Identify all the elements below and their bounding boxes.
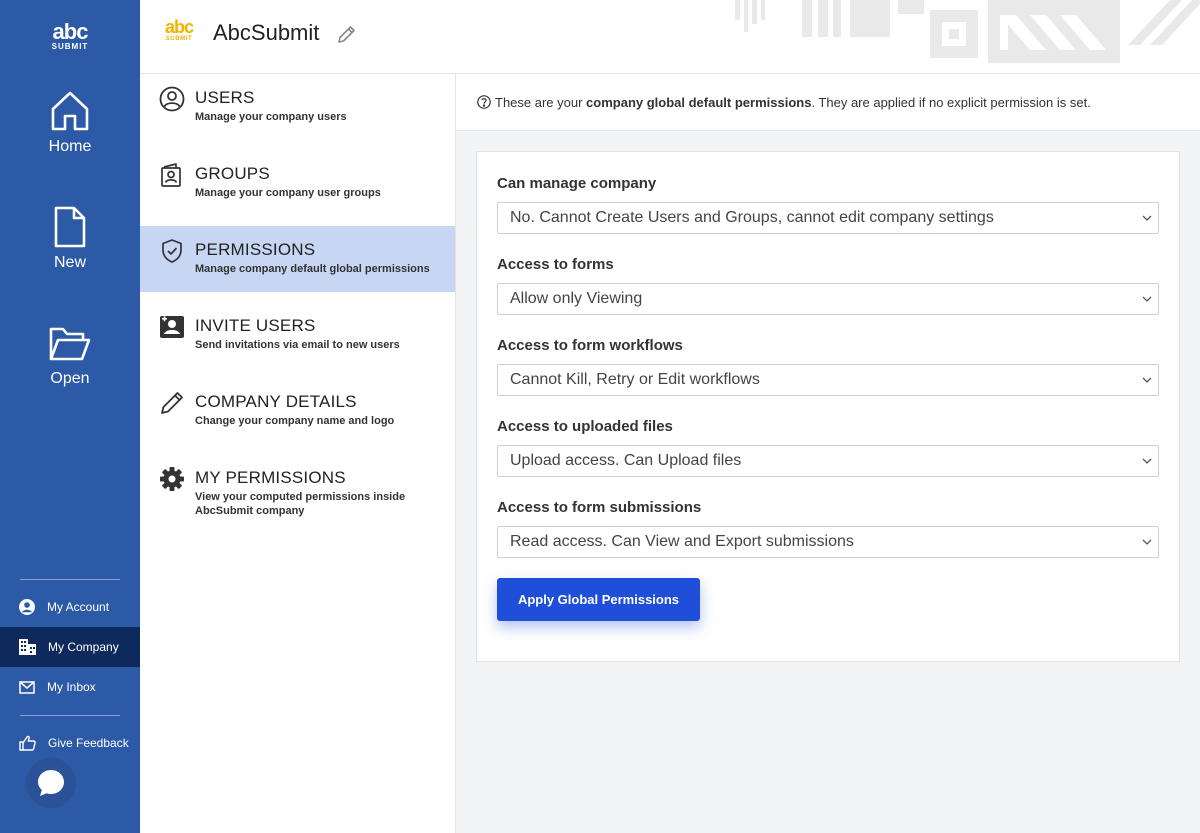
menu-item-description: Send invitations via email to new users [195, 339, 400, 351]
rail-new-label: New [53, 254, 86, 271]
permissions-info-bar: These are your company global default pe… [456, 74, 1200, 131]
info-text: These are your company global default pe… [495, 95, 1091, 110]
menu-item-company-details[interactable]: COMPANY DETAILS Change your company name… [140, 378, 455, 444]
info-text-bold: company global default permissions [586, 94, 812, 110]
menu-item-description: Change your company name and logo [195, 415, 395, 427]
company-logo: abc SUBMIT [162, 17, 196, 47]
menu-item-title: COMPANY DETAILS [195, 392, 357, 411]
chevron-down-icon [1142, 296, 1152, 302]
rail-open-label: Open [50, 370, 90, 387]
menu-item-users[interactable]: USERS Manage your company users [140, 74, 455, 140]
chat-bubble-icon [38, 770, 64, 796]
logo-text: abc [52, 19, 89, 44]
my-company-link[interactable]: My Company [0, 627, 140, 667]
menu-item-my-permissions[interactable]: MY PERMISSIONS View your computed permis… [140, 454, 455, 520]
menu-item-description: Manage company default global permission… [195, 263, 430, 275]
building-icon [19, 639, 36, 655]
company-name: AbcSubmit [213, 20, 320, 45]
gear-icon [160, 467, 184, 491]
open-folder-icon [49, 327, 91, 361]
group-badge-icon [161, 163, 181, 187]
access-to-form-workflows-label: Access to form workflows [497, 337, 683, 354]
rail-new-button[interactable]: New [0, 206, 140, 272]
menu-item-description: Manage your company user groups [195, 187, 381, 199]
menu-item-description: Manage your company users [195, 111, 347, 123]
menu-item-groups[interactable]: GROUPS Manage your company user groups [140, 150, 455, 216]
menu-item-invite-users[interactable]: INVITE USERS Send invitations via email … [140, 302, 455, 368]
rail-home-label: Home [48, 138, 92, 155]
chevron-down-icon [1142, 215, 1152, 221]
info-text-prefix: These are your [495, 94, 587, 110]
company-logo-text: abc [164, 17, 194, 37]
my-account-link[interactable]: My Account [0, 587, 140, 627]
can-manage-company-select[interactable]: No. Cannot Create Users and Groups, cann… [497, 202, 1159, 234]
invite-user-icon [160, 316, 184, 338]
menu-item-title: GROUPS [195, 164, 270, 183]
access-to-form-workflows-select[interactable]: Cannot Kill, Retry or Edit workflows [497, 364, 1159, 396]
apply-global-permissions-button[interactable]: Apply Global Permissions [497, 578, 700, 621]
menu-item-description: View your computed permissions inside Ab… [195, 491, 406, 517]
access-to-form-submissions-label: Access to form submissions [497, 499, 702, 516]
abcsubmit-logo[interactable]: abc SUBMIT [44, 19, 96, 58]
access-to-form-submissions-select[interactable]: Read access. Can View and Export submiss… [497, 526, 1159, 558]
thumbs-up-icon [19, 735, 36, 751]
company-header: abc SUBMIT AbcSubmit [140, 0, 1200, 74]
access-to-forms-label: Access to forms [497, 256, 614, 273]
my-inbox-label: My Inbox [47, 680, 96, 694]
edit-company-name-icon[interactable] [337, 25, 356, 44]
chevron-down-icon [1142, 377, 1152, 383]
select-value: Cannot Kill, Retry or Edit workflows [510, 371, 760, 388]
access-to-uploaded-files-select[interactable]: Upload access. Can Upload files [497, 445, 1159, 477]
new-file-icon [54, 206, 86, 248]
help-circle-icon [477, 95, 491, 109]
company-settings-menu: USERS Manage your company users GROUPS M… [140, 74, 456, 833]
access-to-forms-select[interactable]: Allow only Viewing [497, 283, 1159, 315]
pencil-icon [161, 392, 183, 414]
menu-item-title: INVITE USERS [195, 316, 316, 335]
shield-check-icon [162, 239, 182, 263]
access-to-uploaded-files-label: Access to uploaded files [497, 418, 673, 435]
rail-divider [20, 715, 120, 716]
select-value: Upload access. Can Upload files [510, 452, 742, 469]
select-value: No. Cannot Create Users and Groups, cann… [510, 209, 994, 226]
menu-item-title: PERMISSIONS [195, 240, 316, 259]
menu-item-permissions[interactable]: PERMISSIONS Manage company default globa… [140, 226, 455, 292]
menu-item-title: MY PERMISSIONS [195, 468, 346, 487]
chevron-down-icon [1142, 458, 1152, 464]
select-value: Read access. Can View and Export submiss… [510, 533, 854, 550]
my-company-label: My Company [48, 640, 119, 654]
chevron-down-icon [1142, 539, 1152, 545]
my-inbox-link[interactable]: My Inbox [0, 667, 140, 707]
user-circle-icon [19, 599, 35, 615]
header-decoration [735, 0, 1200, 63]
logo-sub-text: SUBMIT [51, 42, 89, 51]
rail-home-button[interactable]: Home [0, 90, 140, 156]
my-account-label: My Account [47, 600, 110, 614]
chat-launcher-button[interactable] [26, 758, 76, 808]
info-text-suffix: . They are applied if no explicit permis… [811, 94, 1091, 110]
rail-divider [20, 579, 120, 580]
give-feedback-link[interactable]: Give Feedback [0, 723, 140, 763]
rail-open-button[interactable]: Open [0, 324, 140, 388]
menu-item-title: USERS [195, 88, 255, 107]
can-manage-company-label: Can manage company [497, 175, 657, 192]
company-logo-sub-text: SUBMIT [165, 36, 193, 42]
select-value: Allow only Viewing [510, 290, 643, 307]
user-circle-outline-icon [159, 86, 185, 112]
home-icon [51, 91, 89, 131]
global-permissions-card: Can manage company No. Cannot Create Use… [476, 151, 1180, 662]
give-feedback-label: Give Feedback [48, 736, 129, 750]
mail-icon [19, 680, 35, 694]
app-rail: abc SUBMIT Home New Open My Account My C… [0, 0, 140, 833]
